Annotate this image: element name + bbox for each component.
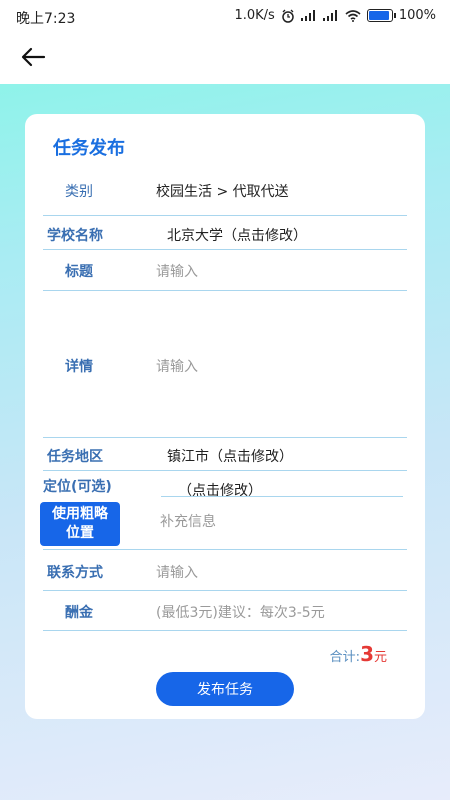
app-bar xyxy=(0,32,450,84)
status-bar: 晚上7:23 1.0K/s 100% xyxy=(0,0,450,32)
task-form-card: 任务发布 类别 校园生活 > 代取代送 学校名称 北京大学（点击修改） 标题 请… xyxy=(25,114,425,719)
reward-label: 酬金 xyxy=(65,605,93,621)
school-value[interactable]: 北京大学（点击修改） xyxy=(167,225,307,245)
category-label: 类别 xyxy=(65,184,93,200)
location-label: 定位(可选) xyxy=(43,479,112,495)
alarm-icon xyxy=(282,9,294,23)
status-icons: 1.0K/s 100% xyxy=(234,8,436,23)
battery-icon xyxy=(366,9,396,22)
subject-label: 标题 xyxy=(65,264,93,280)
battery-percent: 100% xyxy=(398,8,436,23)
divider xyxy=(43,549,407,550)
status-time: 晚上7:23 xyxy=(16,11,76,27)
signal-strength-icon-2 xyxy=(322,10,339,21)
contact-input[interactable]: 请输入 xyxy=(156,562,198,582)
wifi-icon xyxy=(345,9,361,22)
contact-label: 联系方式 xyxy=(47,565,103,581)
divider xyxy=(43,249,407,250)
back-arrow-icon[interactable] xyxy=(20,46,46,68)
extra-info-input[interactable]: 补充信息 xyxy=(160,511,216,531)
divider xyxy=(43,290,407,291)
network-speed: 1.0K/s xyxy=(234,8,275,23)
use-rough-location-button[interactable]: 使用粗略 位置 xyxy=(40,502,120,546)
page-title: 任务发布 xyxy=(53,138,125,159)
divider xyxy=(43,630,407,631)
reward-input[interactable]: (最低3元)建议：每次3-5元 xyxy=(156,602,325,622)
region-label: 任务地区 xyxy=(47,449,103,465)
category-value[interactable]: 校园生活 > 代取代送 xyxy=(156,181,289,201)
total-label: 合计: xyxy=(329,650,361,665)
signal-strength-icon-1 xyxy=(300,10,317,21)
total-value: 3 xyxy=(360,642,374,666)
region-value[interactable]: 镇江市（点击修改） xyxy=(167,446,293,466)
divider xyxy=(43,590,407,591)
total-unit: 元 xyxy=(373,650,387,665)
divider xyxy=(43,470,407,471)
divider xyxy=(43,437,407,438)
details-label: 详情 xyxy=(65,359,93,375)
subject-input[interactable]: 请输入 xyxy=(156,261,198,281)
publish-task-button[interactable]: 发布任务 xyxy=(156,672,294,706)
details-input[interactable]: 请输入 xyxy=(156,356,198,376)
total-amount: 合计:3元 xyxy=(330,642,387,666)
location-underline xyxy=(161,496,403,497)
school-label: 学校名称 xyxy=(47,228,103,244)
location-value[interactable]: （点击修改） xyxy=(178,480,262,500)
divider xyxy=(43,215,407,216)
